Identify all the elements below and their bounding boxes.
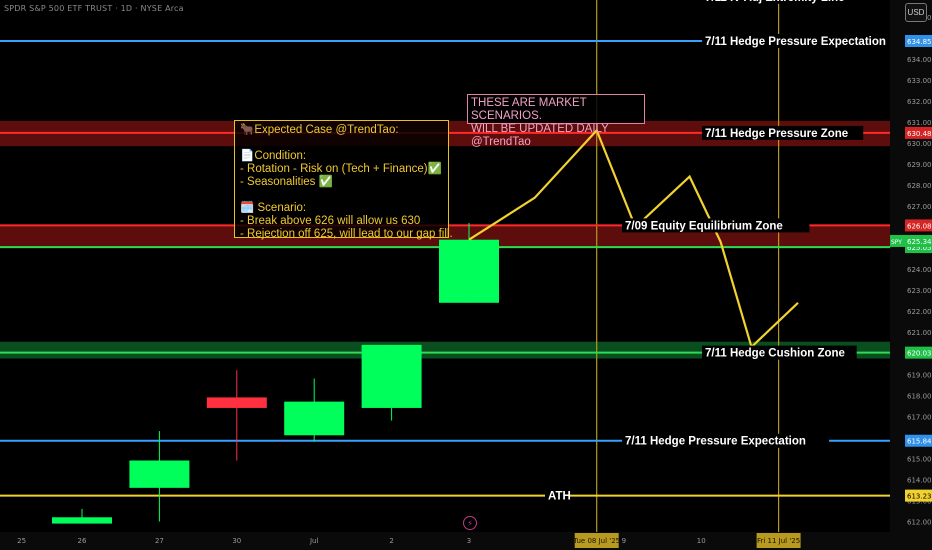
- price-tag-1: 634.85: [907, 38, 932, 46]
- scenarios-line-1: THESE ARE MARKET SCENARIOS.: [471, 97, 587, 122]
- candle-body-2: [206, 397, 267, 408]
- price-tick-6: 630.00: [907, 140, 932, 148]
- level-label-3: 7/09 Equity Equilibrium Zone: [625, 220, 783, 232]
- candle-body-3: [284, 401, 345, 436]
- time-tick-0: 25: [17, 537, 26, 545]
- price-tick-7: 629.00: [907, 161, 932, 169]
- scenario-line-1: - Break above 626 will allow us 630: [240, 215, 421, 227]
- candle-body-0: [52, 517, 112, 524]
- scenario-title: 🗓️ Scenario:: [240, 202, 307, 214]
- price-tag-7: 613.23: [907, 493, 932, 501]
- price-tag-5: 620.03: [907, 350, 932, 358]
- candle-body-5: [439, 239, 499, 303]
- price-tag-3: 626.08: [907, 222, 932, 230]
- time-tick-8: 10: [697, 537, 706, 545]
- time-tick-6: 3: [467, 537, 471, 545]
- price-tick-17: 619.00: [907, 371, 932, 379]
- price-tick-12: 624.00: [907, 266, 932, 274]
- price-tick-9: 627.00: [907, 203, 932, 211]
- chart-canvas[interactable]: 7/11 IV Adj Extremity Line 7/11 Hedge Pre…: [0, 0, 932, 550]
- price-tag-6: 615.84: [907, 438, 932, 446]
- condition-line-2: - Seasonalities ✅: [240, 176, 333, 188]
- price-tag-2: 630.48: [907, 130, 932, 138]
- time-tick-7: 9: [622, 537, 626, 545]
- candle-body-4: [361, 344, 422, 408]
- time-tick-5: 2: [389, 537, 393, 545]
- level-label-5: 7/11 Hedge Cushion Zone: [705, 348, 845, 360]
- price-tick-21: 615.00: [907, 455, 932, 463]
- price-tick-14: 622.00: [907, 308, 932, 316]
- price-tick-13: 623.00: [907, 287, 932, 295]
- note-title: 🐂Expected Case @TrendTao:: [240, 124, 399, 136]
- expected-case-note: 🐂Expected Case @TrendTao: 📄Condition: - …: [234, 120, 453, 240]
- last-price-symbol: SPY: [891, 239, 902, 246]
- price-tick-3: 633.00: [907, 77, 932, 85]
- last-price-value: 625.34: [907, 238, 932, 246]
- currency-button[interactable]: USD: [905, 3, 927, 22]
- level-label-6: 7/11 Hedge Pressure Expectation: [625, 436, 806, 448]
- level-label-0: 7/11 IV Adj Extremity Line: [705, 0, 845, 4]
- price-tick-24: 612.00: [907, 518, 932, 526]
- lightning-icon[interactable]: ⚡: [463, 516, 477, 530]
- price-tick-22: 614.00: [907, 476, 932, 484]
- price-tick-19: 617.00: [907, 413, 932, 421]
- candle-body-1: [129, 460, 190, 488]
- scenarios-line-2: WILL BE UPDATED DAILY @TrendTao: [471, 123, 609, 148]
- condition-line-1: - Rotation - Risk on (Tech + Finance)✅: [240, 163, 442, 175]
- symbol-title: SPDR S&P 500 ETF TRUST · 1D · NYSE Arca: [4, 4, 184, 13]
- price-tick-15: 621.00: [907, 329, 932, 337]
- price-tick-8: 628.00: [907, 182, 932, 190]
- time-tick-4: Jul: [309, 537, 319, 545]
- level-label-1: 7/11 Hedge Pressure Expectation: [705, 36, 886, 48]
- date-marker-tag-0: Tue 08 Jul '25: [572, 537, 620, 545]
- level-label-2: 7/11 Hedge Pressure Zone: [705, 128, 848, 140]
- level-label-7: ATH: [548, 491, 571, 503]
- price-tick-2: 634.00: [907, 56, 932, 64]
- price-tick-5: 631.00: [907, 119, 932, 127]
- market-scenarios-note: THESE ARE MARKET SCENARIOS. WILL BE UPDA…: [467, 94, 645, 148]
- price-tick-18: 618.00: [907, 392, 932, 400]
- condition-title: 📄Condition:: [240, 150, 307, 162]
- scenario-line-2: - Rejection off 625, will lead to our ga…: [240, 228, 453, 240]
- date-marker-tag-1: Fri 11 Jul '25: [757, 537, 800, 545]
- time-tick-1: 26: [78, 537, 87, 545]
- price-tick-4: 632.00: [907, 98, 932, 106]
- time-tick-3: 30: [232, 537, 241, 545]
- time-tick-2: 27: [155, 537, 164, 545]
